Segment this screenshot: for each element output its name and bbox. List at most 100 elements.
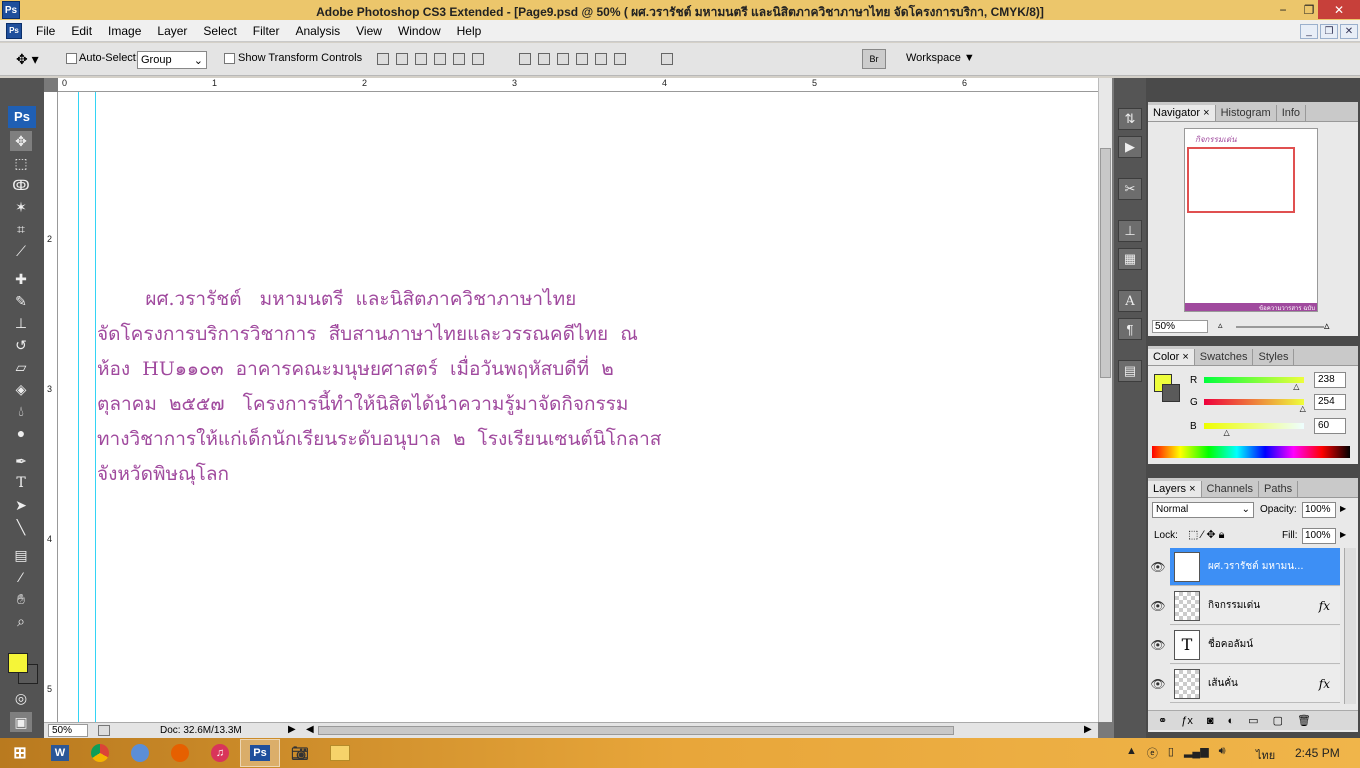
distribute-hcenter-icon[interactable]	[595, 53, 607, 65]
green-value-field[interactable]: 254	[1314, 394, 1346, 410]
add-mask-icon[interactable]: ◙	[1207, 715, 1214, 727]
tab-color[interactable]: Color ×	[1148, 349, 1195, 365]
link-layers-icon[interactable]: ⚭	[1158, 714, 1167, 727]
tray-app-icon[interactable]: ⓔ	[1147, 745, 1158, 761]
layer-row[interactable]: T ผศ.วรารัชต์ มหามน...	[1170, 548, 1340, 586]
add-style-icon[interactable]: ƒx	[1181, 715, 1193, 727]
brush-icon[interactable]: ✎	[10, 291, 32, 311]
status-arrow-icon[interactable]: ▶	[288, 724, 296, 735]
crop-icon[interactable]: ⌗	[10, 219, 32, 239]
workspace-menu[interactable]: Workspace ▼	[906, 52, 975, 64]
hand-icon[interactable]: ✋︎	[10, 589, 32, 609]
scrollbar-thumb[interactable]	[1100, 148, 1111, 378]
menu-select[interactable]: Select	[195, 24, 244, 38]
layer-row[interactable]: กิจกรรมเด่น fx	[1170, 587, 1340, 625]
navigator-zoom-slider[interactable]	[1236, 326, 1324, 328]
brushes-icon[interactable]: ⊥	[1118, 220, 1142, 242]
explorer-icon[interactable]	[320, 739, 360, 767]
zoom-out-icon[interactable]: ▵	[1218, 320, 1223, 331]
magic-wand-icon[interactable]: ✶	[10, 197, 32, 217]
opacity-arrow-icon[interactable]: ▶	[1340, 504, 1346, 513]
minimize-button[interactable]: −	[1270, 0, 1296, 19]
history-icon[interactable]: ⇅	[1118, 108, 1142, 130]
tab-swatches[interactable]: Swatches	[1195, 349, 1254, 365]
eye-icon[interactable]: 👁︎	[1150, 665, 1166, 703]
align-bottom-icon[interactable]	[415, 53, 427, 65]
tab-channels[interactable]: Channels	[1202, 481, 1259, 497]
menu-layer[interactable]: Layer	[149, 24, 195, 38]
word-icon[interactable]: W	[40, 739, 80, 767]
firefox-icon[interactable]	[160, 739, 200, 767]
blue-slider-knob[interactable]: △	[1224, 428, 1230, 437]
menu-file[interactable]: File	[28, 24, 63, 38]
align-right-icon[interactable]	[472, 53, 484, 65]
menu-window[interactable]: Window	[390, 24, 449, 38]
menu-edit[interactable]: Edit	[63, 24, 100, 38]
healing-icon[interactable]: ✚	[10, 269, 32, 289]
clock[interactable]: 2:45 PM	[1295, 746, 1340, 760]
fx-icon[interactable]: fx	[1319, 599, 1330, 613]
green-slider-knob[interactable]: △	[1300, 404, 1306, 413]
blur-icon[interactable]: 💧︎	[10, 401, 32, 421]
tab-paths[interactable]: Paths	[1259, 481, 1299, 497]
eye-icon[interactable]: 👁︎	[1150, 626, 1166, 664]
guide-line[interactable]	[95, 92, 96, 722]
notes-icon[interactable]: ▤	[10, 545, 32, 565]
clone-source-icon[interactable]: ▦	[1118, 248, 1142, 270]
green-slider-track[interactable]: △	[1204, 399, 1306, 413]
vertical-ruler[interactable]: 2 3 4 5	[44, 92, 58, 722]
layers-scrollbar[interactable]	[1344, 548, 1356, 704]
screen-mode-icon[interactable]: ▣	[10, 712, 32, 732]
auto-select-checkbox[interactable]	[66, 53, 77, 64]
tab-layers[interactable]: Layers ×	[1148, 481, 1202, 497]
status-menu-icon[interactable]	[98, 725, 110, 736]
distribute-vcenter-icon[interactable]	[538, 53, 550, 65]
tab-histogram[interactable]: Histogram	[1216, 105, 1277, 121]
distribute-bottom-icon[interactable]	[557, 53, 569, 65]
distribute-left-icon[interactable]	[576, 53, 588, 65]
foreground-color-swatch[interactable]	[8, 653, 28, 673]
bridge-icon[interactable]: Br	[862, 49, 886, 69]
auto-align-icon[interactable]	[661, 53, 673, 65]
quick-mask-icon[interactable]: ◎	[10, 688, 32, 708]
path-select-icon[interactable]: ➤	[10, 495, 32, 515]
layer-comps-icon[interactable]: ▤	[1118, 360, 1142, 382]
vertical-scrollbar[interactable]	[1098, 78, 1112, 722]
red-slider-knob[interactable]: △	[1293, 382, 1299, 391]
volume-icon[interactable]: 🔊︎	[1219, 745, 1226, 761]
fill-arrow-icon[interactable]: ▶	[1340, 530, 1346, 539]
zoom-icon[interactable]: ⌕	[10, 611, 32, 631]
text-layer-content[interactable]: ผศ.วรารัชต์ มหามนตรี และนิสิตภาควิชาภาษา…	[97, 282, 717, 492]
fill-field[interactable]: 100%	[1302, 528, 1336, 544]
doc-close-button[interactable]: ✕	[1340, 24, 1358, 39]
tab-info[interactable]: Info	[1277, 105, 1307, 121]
menu-help[interactable]: Help	[449, 24, 490, 38]
horizontal-scrollbar-thumb[interactable]	[318, 726, 954, 735]
new-layer-icon[interactable]: ▢	[1273, 714, 1283, 727]
paragraph-icon[interactable]: ¶	[1118, 318, 1142, 340]
type-icon[interactable]: T	[10, 473, 32, 493]
close-button[interactable]: ✕	[1318, 0, 1360, 19]
layer-row[interactable]: T ชื่อคอลัมน์	[1170, 626, 1340, 664]
align-hcenter-icon[interactable]	[453, 53, 465, 65]
red-slider-track[interactable]: △	[1204, 377, 1304, 391]
align-vcenter-icon[interactable]	[396, 53, 408, 65]
eyedropper-icon[interactable]: ⁄	[10, 567, 32, 587]
navigator-preview[interactable]: กิจกรรมเด่น ข้อความวารสาร ฉบับ	[1184, 128, 1318, 312]
blue-slider-track[interactable]: △	[1204, 423, 1304, 437]
history-brush-icon[interactable]: ↺	[10, 335, 32, 355]
scroll-left-icon[interactable]: ◀	[306, 724, 314, 735]
color-spectrum[interactable]	[1152, 446, 1350, 458]
eye-icon[interactable]: 👁︎	[1150, 587, 1166, 625]
move-icon[interactable]: ✥	[10, 131, 32, 151]
scroll-right-icon[interactable]: ▶	[1084, 724, 1092, 735]
horizontal-ruler[interactable]: 0 1 2 3 4 5 6	[58, 78, 1098, 92]
tab-styles[interactable]: Styles	[1253, 349, 1295, 365]
menu-analysis[interactable]: Analysis	[287, 24, 348, 38]
itunes-icon[interactable]: ♫	[200, 739, 240, 767]
auto-select-dropdown[interactable]: Group ⌄	[137, 51, 207, 69]
doc-restore-button[interactable]: ❐	[1320, 24, 1338, 39]
navigator-view-box[interactable]	[1187, 147, 1295, 213]
tool-presets-icon[interactable]: ✂	[1118, 178, 1142, 200]
layer-row[interactable]: เส้นคั่น fx	[1170, 665, 1340, 703]
